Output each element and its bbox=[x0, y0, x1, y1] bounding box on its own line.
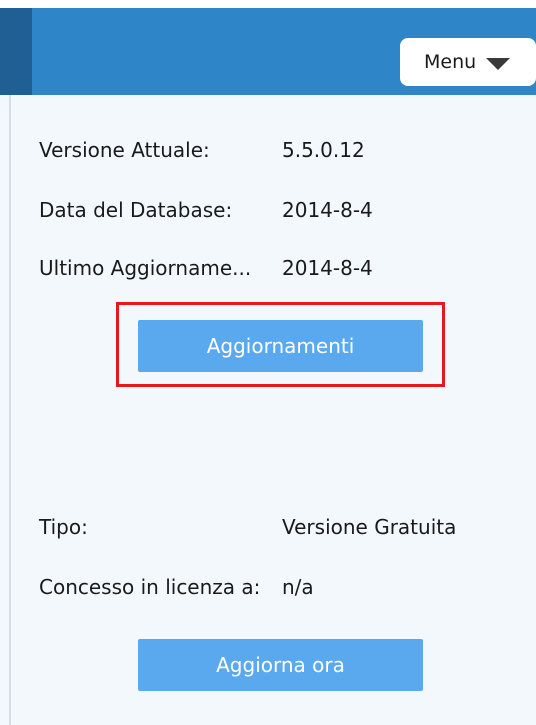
chevron-down-icon bbox=[486, 57, 511, 70]
header-accent-stripe bbox=[0, 8, 32, 95]
upgrade-now-button-label: Aggiorna ora bbox=[216, 653, 345, 677]
database-date-label: Data del Database: bbox=[39, 198, 233, 222]
panel-divider bbox=[9, 95, 11, 725]
license-type-label: Tipo: bbox=[39, 515, 88, 539]
top-header-bar: Menu bbox=[0, 8, 536, 95]
licensed-to-value: n/a bbox=[282, 575, 314, 599]
license-type-value: Versione Gratuita bbox=[282, 515, 457, 539]
menu-button-label: Menu bbox=[424, 51, 477, 73]
info-panel: Versione Attuale: 5.5.0.12 Data del Data… bbox=[0, 95, 536, 725]
upgrade-now-button[interactable]: Aggiorna ora bbox=[138, 639, 423, 691]
licensed-to-label: Concesso in licenza a: bbox=[39, 575, 261, 599]
current-version-label: Versione Attuale: bbox=[39, 138, 210, 162]
last-update-label: Ultimo Aggiorname... bbox=[39, 256, 252, 280]
database-date-value: 2014-8-4 bbox=[282, 198, 373, 222]
last-update-value: 2014-8-4 bbox=[282, 256, 373, 280]
highlight-annotation-box bbox=[116, 302, 445, 387]
menu-button[interactable]: Menu bbox=[400, 38, 536, 86]
current-version-value: 5.5.0.12 bbox=[282, 138, 365, 162]
